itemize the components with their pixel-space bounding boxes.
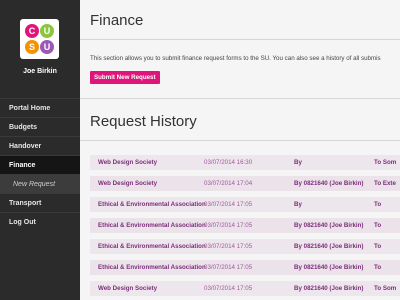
logo-letter-u: U bbox=[40, 24, 54, 38]
sidebar-nav: Portal Home Budgets Handover Finance New… bbox=[0, 98, 80, 231]
request-date: 03/07/2014 17:05 bbox=[204, 264, 253, 271]
society-name: Web Design Society bbox=[98, 180, 158, 187]
request-history-table: Web Design Society 03/07/2014 16:30 By T… bbox=[90, 155, 400, 300]
request-date: 03/07/2014 16:30 bbox=[204, 159, 253, 166]
logo-letter-c: C bbox=[25, 24, 39, 38]
cusu-logo[interactable]: C U S U bbox=[20, 19, 59, 59]
table-row[interactable]: Ethical & Environmental Association 03/0… bbox=[90, 218, 400, 233]
request-date: 03/07/2014 17:04 bbox=[204, 180, 253, 187]
request-date: 03/07/2014 17:05 bbox=[204, 243, 253, 250]
main-content: Finance This section allows you to submi… bbox=[80, 0, 400, 300]
society-name: Ethical & Environmental Association bbox=[98, 201, 206, 208]
request-date: 03/07/2014 17:05 bbox=[204, 222, 253, 229]
requested-by: By 0821640 (Joe Birkin) bbox=[294, 264, 364, 271]
submit-new-request-button[interactable]: Submit New Request bbox=[90, 71, 160, 84]
request-to: To Som bbox=[374, 285, 397, 292]
requested-by: By 0821640 (Joe Birkin) bbox=[294, 222, 364, 229]
society-name: Ethical & Environmental Association bbox=[98, 222, 206, 229]
requested-by: By 0821640 (Joe Birkin) bbox=[294, 180, 364, 187]
user-name: Joe Birkin bbox=[23, 68, 57, 75]
request-to: To Som bbox=[374, 159, 397, 166]
nav-item-log-out[interactable]: Log Out bbox=[0, 212, 80, 231]
logo-letter-u2: U bbox=[40, 40, 54, 54]
table-row[interactable]: Web Design Society 03/07/2014 17:04 By 0… bbox=[90, 176, 400, 191]
request-date: 03/07/2014 17:05 bbox=[204, 285, 253, 292]
table-row[interactable]: Web Design Society 03/07/2014 16:30 By T… bbox=[90, 155, 400, 170]
nav-item-portal-home[interactable]: Portal Home bbox=[0, 98, 80, 117]
nav-item-finance[interactable]: Finance bbox=[0, 155, 80, 174]
request-to: To bbox=[374, 222, 382, 229]
nav-item-handover[interactable]: Handover bbox=[0, 136, 80, 155]
society-name: Web Design Society bbox=[98, 159, 158, 166]
society-name: Web Design Society bbox=[98, 285, 158, 292]
requested-by: By bbox=[294, 201, 302, 208]
requested-by: By 0821640 (Joe Birkin) bbox=[294, 285, 364, 292]
nav-item-new-request[interactable]: New Request bbox=[0, 174, 80, 193]
society-name: Ethical & Environmental Association bbox=[98, 243, 206, 250]
section-divider bbox=[80, 98, 400, 99]
requested-by: By 0821640 (Joe Birkin) bbox=[294, 243, 364, 250]
request-to: To Exte bbox=[374, 180, 396, 187]
request-history-title: Request History bbox=[90, 113, 197, 130]
sidebar: C U S U Joe Birkin Portal Home Budgets H… bbox=[0, 0, 80, 300]
nav-item-transport[interactable]: Transport bbox=[0, 193, 80, 212]
table-row[interactable]: Ethical & Environmental Association 03/0… bbox=[90, 197, 400, 212]
page-title: Finance bbox=[90, 12, 144, 29]
request-to: To bbox=[374, 243, 382, 250]
request-date: 03/07/2014 17:05 bbox=[204, 201, 253, 208]
table-row[interactable]: Ethical & Environmental Association 03/0… bbox=[90, 239, 400, 254]
request-to: To bbox=[374, 264, 382, 271]
requested-by: By bbox=[294, 159, 302, 166]
nav-item-budgets[interactable]: Budgets bbox=[0, 117, 80, 136]
finance-description: This section allows you to submit financ… bbox=[90, 55, 381, 62]
society-name: Ethical & Environmental Association bbox=[98, 264, 206, 271]
table-row[interactable]: Ethical & Environmental Association 03/0… bbox=[90, 260, 400, 275]
request-to: To bbox=[374, 201, 382, 208]
logo-letter-s: S bbox=[25, 40, 39, 54]
title-divider bbox=[80, 39, 400, 40]
history-divider bbox=[80, 140, 400, 141]
table-row[interactable]: Web Design Society 03/07/2014 17:05 By 0… bbox=[90, 281, 400, 296]
